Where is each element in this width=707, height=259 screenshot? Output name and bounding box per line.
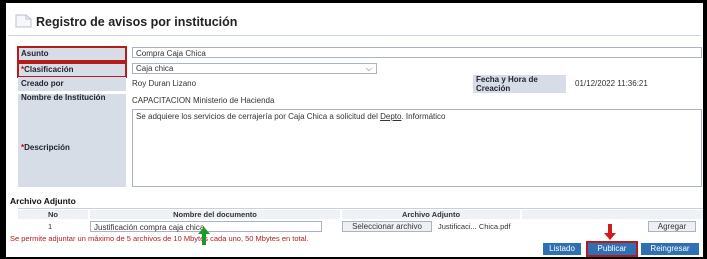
page-title: Registro de avisos por institución: [36, 15, 238, 29]
selected-file-name: Justificaci... Chica.pdf: [438, 222, 511, 231]
attachment-limit-note: Se permite adjuntar un máximo de 5 archi…: [10, 234, 309, 243]
institucion-value: CAPACITACION Ministerio de Hacienda: [132, 96, 275, 105]
header-no: No: [18, 210, 88, 219]
creado-por-label: Creado por: [18, 77, 126, 91]
header-archivo: Archivo Adjunto: [342, 210, 520, 219]
fecha-label: Fecha y Hora de Creación: [473, 75, 566, 93]
row-number: 1: [48, 222, 53, 231]
up-arrow-icon: [198, 227, 210, 245]
asunto-label: Asunto: [17, 46, 127, 62]
creado-por-value: Roy Duran Lizano: [132, 79, 197, 88]
document-icon: [15, 14, 32, 28]
app-frame: Registro de avisos por institución Asunt…: [6, 3, 703, 257]
asunto-input[interactable]: Compra Caja Chica: [132, 47, 702, 58]
clasificacion-label: *Clasificación: [17, 62, 127, 78]
fecha-value: 01/12/2022 11:36:21: [575, 79, 648, 88]
publicar-button[interactable]: Publicar: [586, 241, 638, 257]
clasificacion-value: Caja chica: [136, 64, 174, 73]
down-arrow-icon: [604, 224, 616, 240]
depto-link: Depto: [380, 112, 402, 121]
select-file-button[interactable]: Seleccionar archivo: [342, 221, 432, 232]
header-nombre: Nombre del documento: [90, 210, 340, 219]
page-header: Registro de avisos por institución: [8, 5, 701, 36]
clasificacion-select[interactable]: Caja chica ⌵: [132, 63, 377, 74]
descripcion-label: *Descripción: [18, 109, 126, 187]
reingresar-button[interactable]: Reingresar: [641, 243, 699, 255]
attachments-table: No Nombre del documento Archivo Adjunto …: [18, 208, 703, 232]
header-blank: [522, 210, 703, 219]
chevron-down-icon: ⌵: [365, 64, 372, 73]
institucion-label: Nombre de Institución: [18, 94, 126, 110]
add-button[interactable]: Agregar: [648, 221, 696, 232]
attachments-title: Archivo Adjunto: [10, 196, 76, 206]
listado-button[interactable]: Listado: [543, 243, 581, 255]
descripcion-textarea[interactable]: Se adquiere los servicios de cerrajería …: [132, 109, 702, 187]
